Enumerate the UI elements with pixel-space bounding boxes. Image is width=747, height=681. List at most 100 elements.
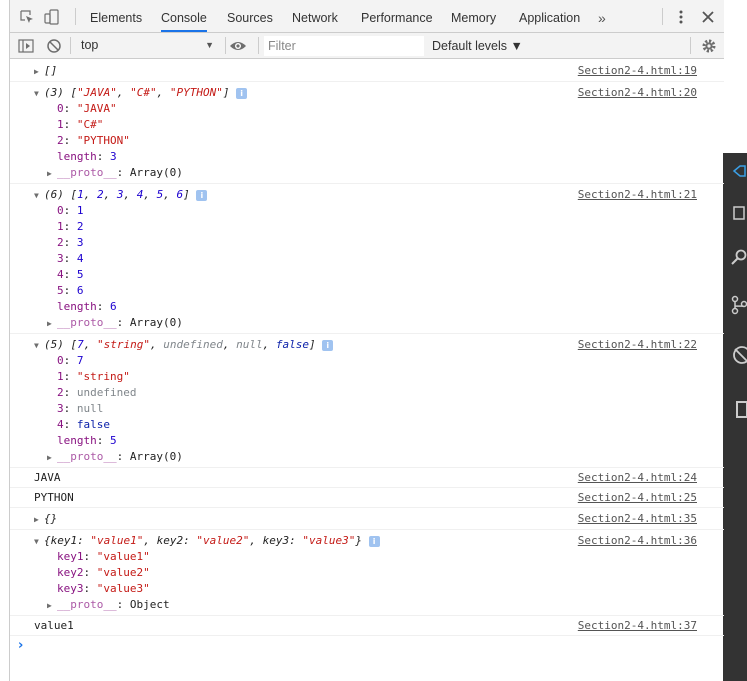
- context-value: top: [81, 38, 99, 52]
- property-row: 4: false: [57, 418, 110, 431]
- property-row: key1: "value1": [57, 550, 150, 563]
- source-control-icon[interactable]: [731, 295, 747, 315]
- info-icon[interactable]: i: [196, 190, 208, 201]
- source-link[interactable]: Section2-4.html:24: [578, 470, 697, 486]
- source-link[interactable]: Section2-4.html:22: [578, 337, 697, 353]
- property-row: 5: 6: [57, 284, 84, 297]
- proto-row[interactable]: ▶ __proto__: Array(0): [47, 165, 724, 181]
- array-item: "C#": [130, 86, 157, 99]
- console-output: ▶[] Section2-4.html:19 ▼ (3) ["JAVA", "C#…: [10, 60, 724, 681]
- expand-triangle-icon[interactable]: ▶: [47, 166, 57, 182]
- tab-sources[interactable]: Sources: [227, 0, 273, 32]
- tab-performance[interactable]: Performance: [361, 0, 433, 32]
- property-row: length: 3: [57, 150, 117, 163]
- proto-row[interactable]: ▶ __proto__: Array(0): [47, 449, 724, 465]
- tab-elements[interactable]: Elements: [90, 0, 142, 32]
- explorer-icon[interactable]: [731, 203, 747, 221]
- property-row: length: 6: [57, 300, 117, 313]
- console-message: ▶{} Section2-4.html:35: [10, 508, 724, 530]
- array-count: (5): [44, 338, 64, 351]
- divider: [70, 37, 71, 54]
- console-message: JAVA Section2-4.html:24: [10, 468, 724, 488]
- info-icon[interactable]: i: [236, 88, 248, 99]
- source-link[interactable]: Section2-4.html:20: [578, 85, 697, 101]
- expand-triangle-icon[interactable]: ▶: [47, 316, 57, 332]
- context-select[interactable]: top ▼: [75, 35, 220, 56]
- device-toolbar-icon[interactable]: [44, 9, 60, 25]
- source-link[interactable]: Section2-4.html:19: [578, 63, 697, 79]
- tab-application[interactable]: Application: [519, 0, 580, 32]
- search-icon[interactable]: [731, 249, 747, 267]
- expand-triangle-icon[interactable]: ▶: [47, 598, 57, 614]
- property-value: "PYTHON": [76, 134, 130, 147]
- console-message: value1 Section2-4.html:37: [10, 616, 724, 636]
- inspect-element-icon[interactable]: [19, 9, 35, 25]
- property-row: 4: 5: [57, 268, 84, 281]
- array-count: (3): [44, 86, 64, 99]
- expand-triangle-icon[interactable]: ▶: [34, 64, 44, 80]
- info-icon[interactable]: i: [322, 340, 334, 351]
- proto-value: Array(0): [129, 166, 183, 179]
- property-row: 1: "C#": [57, 118, 104, 131]
- debug-icon[interactable]: [731, 345, 747, 365]
- console-message: PYTHON Section2-4.html:25: [10, 488, 724, 508]
- property-row: 0: "JAVA": [57, 102, 117, 115]
- info-icon[interactable]: i: [368, 536, 380, 547]
- source-link[interactable]: Section2-4.html:36: [578, 533, 697, 549]
- property-row: 3: null: [57, 402, 104, 415]
- filter-input[interactable]: [264, 36, 424, 56]
- property-row: 0: 1: [57, 204, 84, 217]
- array-preview: []: [44, 64, 58, 77]
- property-row: key3: "value3": [57, 582, 150, 595]
- object-preview: {}: [44, 512, 58, 525]
- expand-triangle-icon[interactable]: ▶: [47, 450, 57, 466]
- vscode-logo-icon: [732, 165, 746, 177]
- property-row: 0: 7: [57, 354, 84, 367]
- divider: [662, 8, 663, 25]
- length-value: 6: [110, 300, 117, 313]
- devtools-tab-bar: Elements Console Sources Network Perform…: [10, 0, 724, 33]
- collapse-triangle-icon[interactable]: ▼: [34, 188, 44, 204]
- proto-row[interactable]: ▶ __proto__: Array(0): [47, 315, 724, 331]
- customize-menu-icon[interactable]: [673, 9, 689, 25]
- close-icon[interactable]: [700, 9, 716, 25]
- tab-console[interactable]: Console: [161, 0, 207, 32]
- divider: [258, 37, 259, 54]
- sidebar-toggle-icon[interactable]: [18, 38, 34, 54]
- console-toolbar: top ▼ Default levels ▼: [10, 33, 724, 59]
- tab-network[interactable]: Network: [292, 0, 338, 32]
- property-row: 3: 4: [57, 252, 84, 265]
- divider: [690, 37, 691, 54]
- editor-activity-bar: [723, 153, 747, 681]
- live-expression-eye-icon[interactable]: [229, 38, 247, 54]
- property-row: 2: "PYTHON": [57, 134, 130, 147]
- console-message: ▶[] Section2-4.html:19: [10, 60, 724, 82]
- source-link[interactable]: Section2-4.html:35: [578, 511, 697, 527]
- more-tabs-chevron-icon[interactable]: »: [598, 0, 606, 32]
- collapse-triangle-icon[interactable]: ▼: [34, 534, 44, 550]
- console-message: ▼ (3) ["JAVA", "C#", "PYTHON"] i Section2…: [10, 82, 724, 184]
- console-prompt-chevron-icon[interactable]: ›: [18, 638, 23, 653]
- dropdown-arrow-icon: ▼: [205, 40, 214, 50]
- array-item: "PYTHON": [169, 86, 223, 99]
- property-value: "C#": [76, 118, 104, 131]
- proto-row[interactable]: ▶ __proto__: Object: [47, 597, 724, 613]
- extensions-icon[interactable]: [731, 399, 747, 419]
- length-value: 3: [110, 150, 117, 163]
- devtools-panel: Elements Console Sources Network Perform…: [9, 0, 724, 681]
- console-message: ▼ {key1: "value1", key2: "value2", key3: …: [10, 530, 724, 616]
- source-link[interactable]: Section2-4.html:25: [578, 490, 697, 506]
- property-row: 2: undefined: [57, 386, 137, 399]
- tab-memory[interactable]: Memory: [451, 0, 496, 32]
- collapse-triangle-icon[interactable]: ▼: [34, 86, 44, 102]
- collapse-triangle-icon[interactable]: ▼: [34, 338, 44, 354]
- proto-value: Object: [129, 598, 170, 611]
- console-message: ▼ (5) [7, "string", undefined, null, fals…: [10, 334, 724, 468]
- source-link[interactable]: Section2-4.html:37: [578, 618, 697, 634]
- array-count: (6): [44, 188, 64, 201]
- clear-console-icon[interactable]: [46, 38, 62, 54]
- log-levels-dropdown[interactable]: Default levels ▼: [432, 36, 523, 56]
- expand-triangle-icon[interactable]: ▶: [34, 512, 44, 528]
- source-link[interactable]: Section2-4.html:21: [578, 187, 697, 203]
- settings-gear-icon[interactable]: [701, 38, 717, 54]
